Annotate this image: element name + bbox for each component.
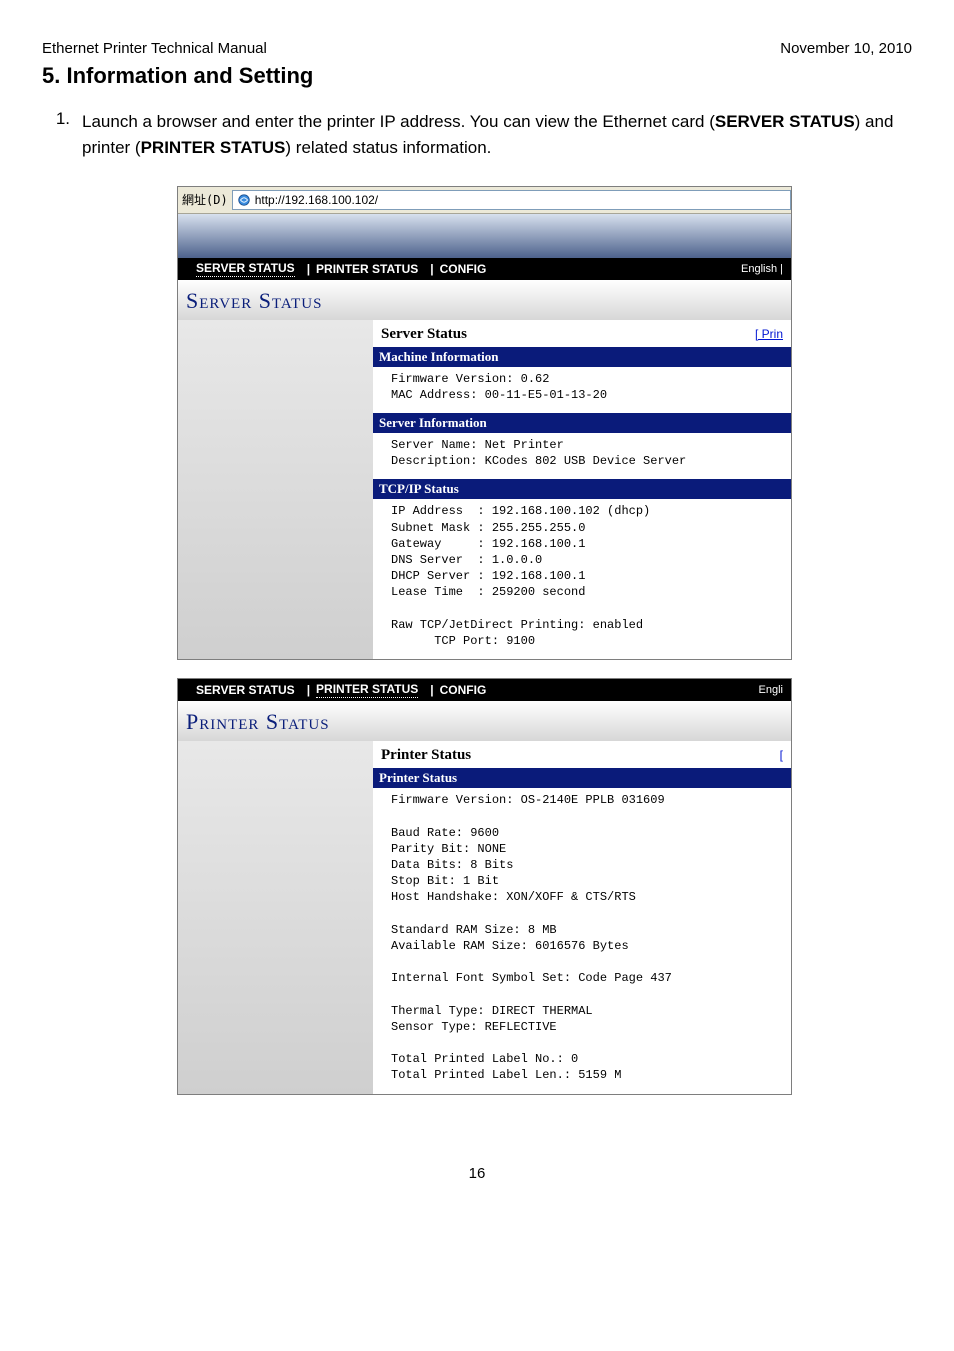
address-url: http://192.168.100.102/ [255, 193, 378, 207]
print-link[interactable]: [ Prin [755, 327, 783, 341]
page-title-server-status: Server Status [178, 280, 791, 320]
nav-server-status[interactable]: SERVER STATUS [196, 683, 295, 697]
doc-title: Ethernet Printer Technical Manual [42, 40, 267, 57]
content-title: Printer Status [ [373, 741, 791, 768]
section-server-info: Server Information [373, 413, 791, 433]
banner-gradient [178, 214, 791, 258]
nav-config[interactable]: CONFIG [440, 683, 487, 697]
nav-language[interactable]: English | [741, 263, 783, 275]
address-field[interactable]: http://192.168.100.102/ [232, 190, 791, 210]
content-title: Server Status [ Prin [373, 320, 791, 347]
nav-printer-status[interactable]: PRINTER STATUS [316, 262, 418, 276]
machine-info-body: Firmware Version: 0.62 MAC Address: 00-1… [373, 367, 791, 413]
section-tcpip-status: TCP/IP Status [373, 479, 791, 499]
step-number: 1. [42, 109, 70, 162]
printer-status-body: Firmware Version: OS-2140E PPLB 031609 B… [373, 788, 791, 1093]
server-info-body: Server Name: Net Printer Description: KC… [373, 433, 791, 479]
screenshot-printer-status: SERVER STATUS | PRINTER STATUS | CONFIG … [177, 678, 792, 1094]
tcpip-status-body: IP Address : 192.168.100.102 (dhcp) Subn… [373, 499, 791, 659]
ie-icon [237, 193, 251, 207]
section-printer-status: Printer Status [373, 768, 791, 788]
step-1: 1. Launch a browser and enter the printe… [42, 109, 912, 162]
address-bar: 網址(D) http://192.168.100.102/ [178, 187, 791, 214]
nav-language[interactable]: Engli [759, 684, 783, 696]
page-title-printer-status: Printer Status [178, 701, 791, 741]
nav-server-status[interactable]: SERVER STATUS [196, 261, 295, 277]
section-title: 5. Information and Setting [42, 63, 912, 89]
doc-date: November 10, 2010 [780, 40, 912, 57]
left-panel [178, 741, 373, 1093]
print-link[interactable]: [ [780, 748, 783, 762]
nav-printer-status[interactable]: PRINTER STATUS [316, 682, 418, 698]
page-number: 16 [42, 1165, 912, 1202]
screenshot-server-status: 網址(D) http://192.168.100.102/ SERVER STA… [177, 186, 792, 660]
address-label: 網址(D) [182, 191, 228, 208]
nav-bar: SERVER STATUS | PRINTER STATUS | CONFIG … [178, 258, 791, 280]
nav-config[interactable]: CONFIG [440, 262, 487, 276]
section-machine-info: Machine Information [373, 347, 791, 367]
step-text: Launch a browser and enter the printer I… [82, 109, 912, 162]
doc-header: Ethernet Printer Technical Manual Novemb… [42, 40, 912, 57]
nav-bar: SERVER STATUS | PRINTER STATUS | CONFIG … [178, 679, 791, 701]
left-panel [178, 320, 373, 659]
